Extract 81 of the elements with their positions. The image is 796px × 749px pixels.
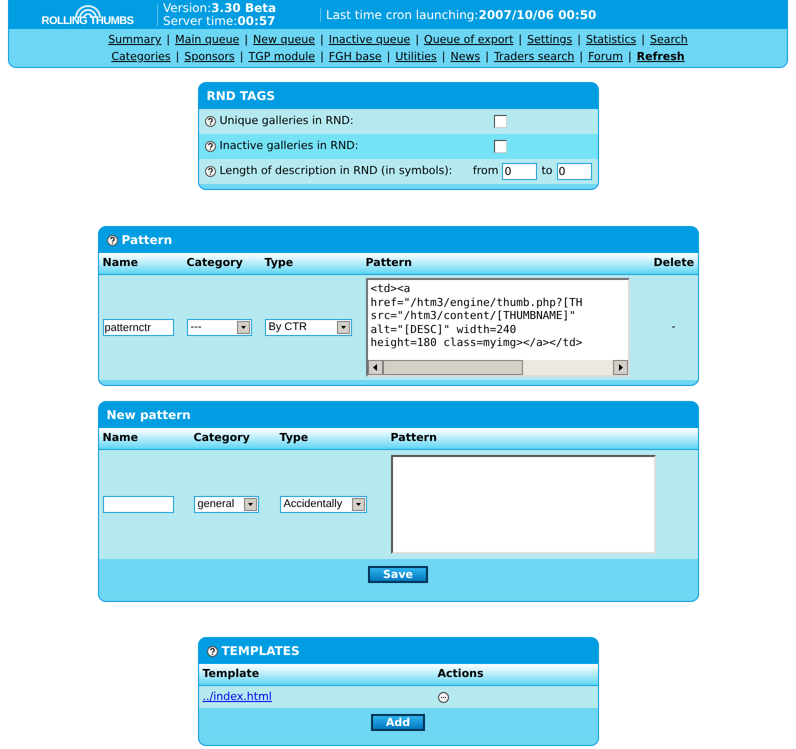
checkbox[interactable] [494,115,506,128]
column-header: Category [186,255,244,272]
nav-link[interactable]: Settings [527,31,572,48]
nav-separator: | [577,32,581,48]
nav-separator: | [320,32,324,48]
nav-separator: | [415,32,420,48]
dropdown[interactable]: Accidentally [280,496,366,513]
nav-link[interactable]: News [450,48,480,65]
nav-link[interactable]: Categories [111,48,171,65]
nav-separator: | [176,49,180,65]
column-header: Delete [654,255,694,272]
server-time-text: Server time:00:57 [163,14,277,28]
nav-link[interactable]: TGP module [248,48,316,65]
nav-separator: | [386,49,390,65]
name-field[interactable]: patternctr [102,319,174,336]
nav-link[interactable]: Search [650,31,688,48]
name-field[interactable] [102,496,174,513]
nav-link[interactable]: New queue [253,31,315,48]
nav-link[interactable]: Main queue [175,31,240,48]
dropdown[interactable]: general [194,496,258,513]
pattern-textarea[interactable]: <td><a href="/htm3/engine/thumb.php?[TH src="/htm3/content/[THUMBNAME]" alt="[DESC]" width=240 height=180 class=myimg></a></td> [366,278,630,377]
to-field[interactable]: 0 [556,163,592,180]
column-header: Category [194,430,251,446]
code-line: <td><a [370,282,410,296]
logo-text: ROLLING THUMBS [42,16,134,27]
panel-title: New pattern [106,407,191,424]
nav-link[interactable]: Traders search [494,48,574,65]
to-label: to [541,163,552,180]
nav-link[interactable]: Refresh [636,48,685,65]
column-header: Name [102,430,140,446]
nav-separator: | [442,49,446,65]
nav-separator: | [240,49,244,65]
panel-title: Pattern [122,232,172,249]
more-icon[interactable] [438,692,448,702]
nav-link[interactable]: Sponsors [184,48,235,65]
dropdown[interactable]: By CTR [264,319,352,336]
nav-separator: | [320,49,324,65]
help-icon[interactable] [206,646,218,656]
code-line: alt="[DESC]" width=240 [370,322,516,336]
nav-separator: | [518,32,522,48]
panel-title: TEMPLATES [222,643,300,660]
column-header: Type [280,430,310,446]
column-header: Pattern [366,255,413,272]
dropdown[interactable]: --- [186,319,252,336]
version-text: Version:3.30 Beta [163,2,278,14]
nav-link[interactable]: Statistics [586,31,636,48]
code-line: href="/htm3/engine/thumb.php?[TH [370,296,582,309]
nav-separator: | [244,32,248,48]
code-line: src="/htm3/content/[THUMBNAME]" [370,309,576,322]
help-icon[interactable] [204,166,216,177]
column-header: Actions [438,666,484,682]
delete-cell-text: - [670,319,676,336]
column-header: Template [202,666,260,682]
from-field[interactable]: 0 [502,163,538,180]
checkbox[interactable] [494,140,506,153]
column-header: Pattern [390,430,438,446]
code-line: height=180 class=myimg></a></td> [370,336,582,350]
nav-separator: | [579,49,584,65]
template-link[interactable]: ../index.html [202,688,272,706]
nav-separator: | [166,32,170,48]
help-icon[interactable] [204,141,216,152]
nav-link[interactable]: Forum [588,48,623,65]
from-label: from [472,163,498,180]
nav-link[interactable]: Summary [108,31,162,48]
help-icon[interactable] [204,116,216,127]
panel-title: RND TAGS [206,88,275,105]
setting-label: Inactive galleries in RND: [220,138,360,154]
cron-text: Last time cron launching:2007/10/06 00:50 [326,6,596,24]
nav-separator: | [641,32,645,48]
nav-separator: | [485,49,489,65]
column-header: Name [102,255,140,272]
nav-separator: | [628,49,632,65]
horizontal-scrollbar[interactable] [368,360,628,375]
nav-link[interactable]: Utilities [395,48,437,65]
nav-link[interactable]: FGH base [328,48,382,65]
nav-link[interactable]: Inactive queue [328,31,410,48]
setting-label: Unique galleries in RND: [220,113,355,130]
nav-link[interactable]: Queue of export [424,31,514,48]
help-icon[interactable] [106,234,118,246]
pattern-textarea[interactable] [390,455,656,554]
column-header: Type [264,255,294,272]
